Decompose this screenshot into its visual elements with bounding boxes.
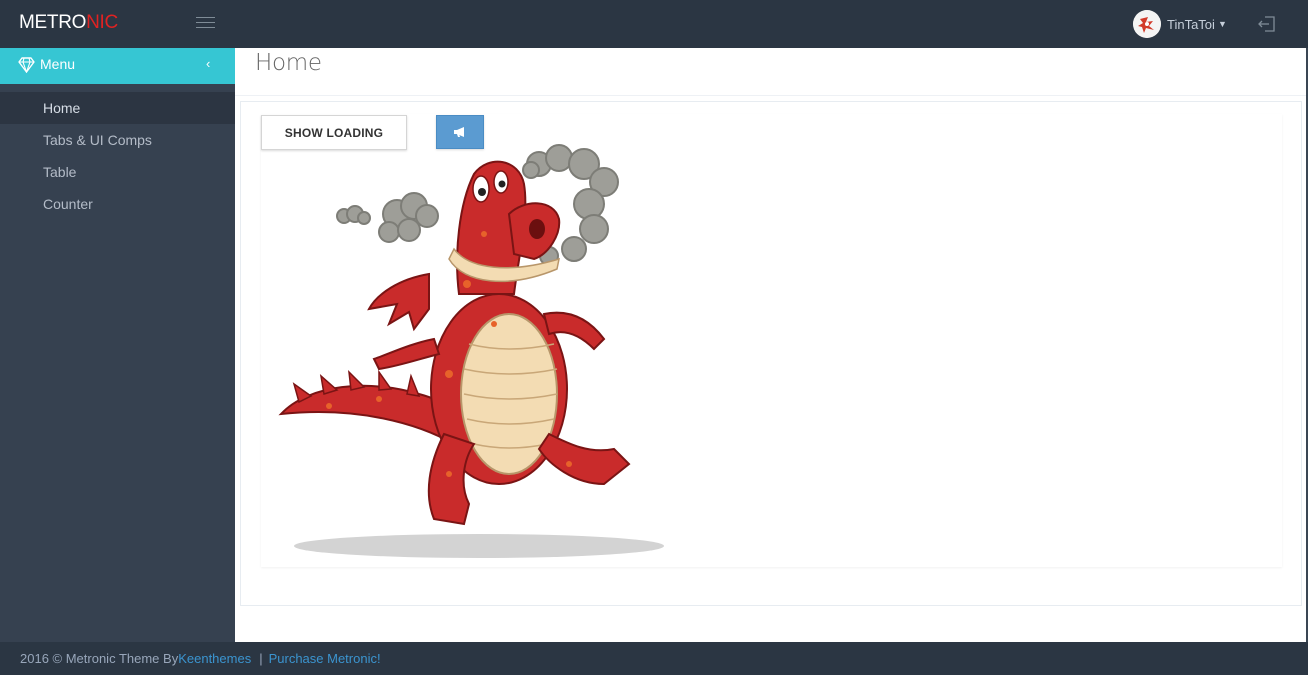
hamburger-icon[interactable]: [196, 15, 215, 31]
logo[interactable]: METRONIC: [19, 12, 118, 34]
purchase-metronic-link[interactable]: Purchase Metronic!: [269, 651, 381, 666]
username: TinTaToi: [1167, 16, 1215, 32]
sidebar: Menu ‹ Home Tabs & UI Comps Table Counte…: [0, 48, 243, 642]
chevron-down-icon: ▼: [1217, 19, 1227, 29]
chevron-left-icon: ‹: [206, 56, 211, 71]
page-title: Home: [255, 50, 322, 76]
avatar: [1133, 10, 1161, 38]
footer-separator: |: [259, 651, 263, 666]
footer: 2016 © Metronic Theme ByKeenthemes | Purch…: [0, 642, 1308, 675]
diamond-icon: [18, 57, 35, 74]
sidebar-item-tabs-ui-comps[interactable]: Tabs & UI Comps: [0, 124, 235, 156]
menu-label: Menu: [40, 56, 76, 72]
logo-accent-text: NIC: [86, 12, 118, 33]
keenthemes-link[interactable]: Keenthemes: [178, 651, 251, 666]
sidebar-item-home[interactable]: Home: [0, 92, 235, 124]
content-panel: SHOW LOADING: [261, 114, 1282, 567]
user-menu[interactable]: TinTaToi ▼: [1133, 9, 1227, 39]
sidebar-menu-toggle[interactable]: Menu ‹: [0, 48, 243, 84]
logout-icon[interactable]: [1257, 14, 1277, 34]
content-portlet: SHOW LOADING: [240, 101, 1302, 606]
bullhorn-icon: [454, 127, 464, 137]
footer-copyright: 2016 © Metronic Theme By: [20, 651, 179, 666]
top-header: METRONIC TinTaToi ▼: [0, 0, 1308, 48]
main-content: Home SHOW LOADING: [235, 48, 1306, 642]
sidebar-item-counter[interactable]: Counter: [0, 188, 235, 220]
dragon-image: [278, 144, 664, 558]
sidebar-item-table[interactable]: Table: [0, 156, 235, 188]
logo-main-text: METRO: [19, 12, 87, 33]
title-divider: [235, 95, 1306, 96]
